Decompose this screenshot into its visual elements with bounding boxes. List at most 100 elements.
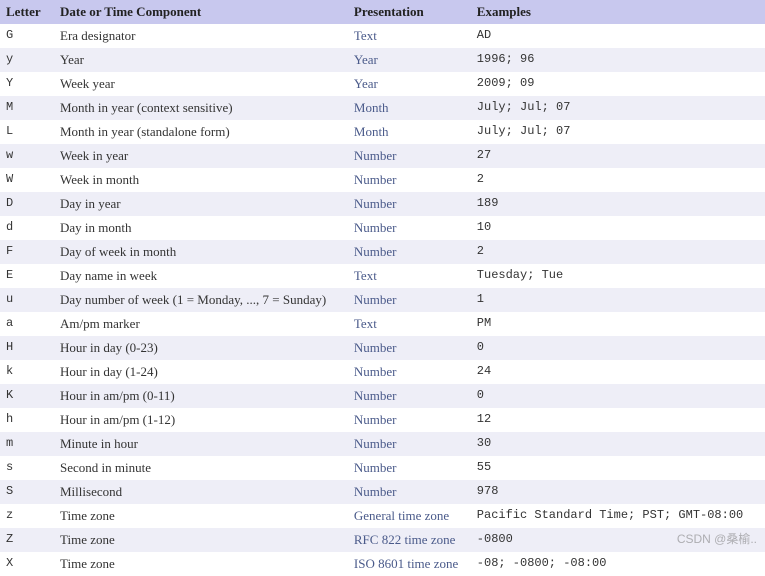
table-row: XTime zoneISO 8601 time zone-08; -0800; … [0, 552, 765, 576]
cell-component: Millisecond [54, 480, 348, 504]
cell-presentation[interactable]: Year [348, 48, 471, 72]
presentation-link[interactable]: General time zone [354, 508, 449, 523]
table-row: EDay name in weekTextTuesday; Tue [0, 264, 765, 288]
cell-examples: 24 [471, 360, 765, 384]
table-row: dDay in monthNumber10 [0, 216, 765, 240]
cell-examples: PM [471, 312, 765, 336]
table-row: hHour in am/pm (1-12)Number12 [0, 408, 765, 432]
presentation-link[interactable]: Number [354, 484, 397, 499]
cell-presentation[interactable]: General time zone [348, 504, 471, 528]
presentation-link[interactable]: ISO 8601 time zone [354, 556, 458, 571]
presentation-link[interactable]: Number [354, 172, 397, 187]
presentation-link[interactable]: Number [354, 364, 397, 379]
cell-presentation[interactable]: Year [348, 72, 471, 96]
cell-presentation[interactable]: Number [348, 360, 471, 384]
presentation-link[interactable]: Number [354, 460, 397, 475]
cell-presentation[interactable]: Number [348, 384, 471, 408]
cell-presentation[interactable]: Text [348, 312, 471, 336]
cell-letter: W [0, 168, 54, 192]
cell-letter: a [0, 312, 54, 336]
presentation-link[interactable]: Text [354, 28, 377, 43]
presentation-link[interactable]: Year [354, 52, 378, 67]
cell-presentation[interactable]: Number [348, 144, 471, 168]
presentation-link[interactable]: Text [354, 316, 377, 331]
cell-presentation[interactable]: Number [348, 336, 471, 360]
cell-component: Day in year [54, 192, 348, 216]
cell-presentation[interactable]: Number [348, 216, 471, 240]
cell-presentation[interactable]: Text [348, 264, 471, 288]
presentation-link[interactable]: Number [354, 292, 397, 307]
cell-presentation[interactable]: Number [348, 408, 471, 432]
cell-examples: -0800 [471, 528, 765, 552]
presentation-link[interactable]: Month [354, 124, 389, 139]
cell-examples: AD [471, 24, 765, 48]
table-row: FDay of week in monthNumber2 [0, 240, 765, 264]
cell-presentation[interactable]: Number [348, 168, 471, 192]
cell-component: Month in year (standalone form) [54, 120, 348, 144]
cell-letter: u [0, 288, 54, 312]
cell-examples: 1996; 96 [471, 48, 765, 72]
table-row: MMonth in year (context sensitive)MonthJ… [0, 96, 765, 120]
cell-presentation[interactable]: Month [348, 120, 471, 144]
cell-presentation[interactable]: Number [348, 456, 471, 480]
cell-presentation[interactable]: ISO 8601 time zone [348, 552, 471, 576]
cell-component: Hour in am/pm (1-12) [54, 408, 348, 432]
cell-letter: y [0, 48, 54, 72]
presentation-link[interactable]: Number [354, 388, 397, 403]
cell-component: Hour in day (0-23) [54, 336, 348, 360]
cell-component: Week in month [54, 168, 348, 192]
cell-component: Day in month [54, 216, 348, 240]
table-row: mMinute in hourNumber30 [0, 432, 765, 456]
cell-presentation[interactable]: Month [348, 96, 471, 120]
cell-letter: s [0, 456, 54, 480]
presentation-link[interactable]: Number [354, 148, 397, 163]
cell-examples: 189 [471, 192, 765, 216]
cell-examples: 30 [471, 432, 765, 456]
header-presentation: Presentation [348, 0, 471, 24]
cell-component: Day number of week (1 = Monday, ..., 7 =… [54, 288, 348, 312]
cell-letter: k [0, 360, 54, 384]
cell-component: Second in minute [54, 456, 348, 480]
presentation-link[interactable]: Number [354, 412, 397, 427]
table-row: yYearYear1996; 96 [0, 48, 765, 72]
cell-presentation[interactable]: Number [348, 288, 471, 312]
cell-component: Week in year [54, 144, 348, 168]
presentation-link[interactable]: Text [354, 268, 377, 283]
cell-component: Hour in am/pm (0-11) [54, 384, 348, 408]
presentation-link[interactable]: Number [354, 340, 397, 355]
presentation-link[interactable]: Number [354, 196, 397, 211]
table-row: GEra designatorTextAD [0, 24, 765, 48]
header-row: Letter Date or Time Component Presentati… [0, 0, 765, 24]
cell-examples: 2 [471, 240, 765, 264]
cell-component: Time zone [54, 528, 348, 552]
cell-letter: F [0, 240, 54, 264]
presentation-link[interactable]: Month [354, 100, 389, 115]
presentation-link[interactable]: Number [354, 220, 397, 235]
cell-examples: 0 [471, 384, 765, 408]
cell-presentation[interactable]: Number [348, 432, 471, 456]
cell-presentation[interactable]: Number [348, 480, 471, 504]
presentation-link[interactable]: Number [354, 244, 397, 259]
cell-letter: H [0, 336, 54, 360]
cell-component: Month in year (context sensitive) [54, 96, 348, 120]
cell-examples: 55 [471, 456, 765, 480]
table-row: DDay in yearNumber189 [0, 192, 765, 216]
table-row: zTime zoneGeneral time zonePacific Stand… [0, 504, 765, 528]
cell-examples: 2009; 09 [471, 72, 765, 96]
cell-examples: Pacific Standard Time; PST; GMT-08:00 [471, 504, 765, 528]
header-component: Date or Time Component [54, 0, 348, 24]
date-pattern-table: Letter Date or Time Component Presentati… [0, 0, 765, 576]
presentation-link[interactable]: Year [354, 76, 378, 91]
table-row: HHour in day (0-23)Number0 [0, 336, 765, 360]
cell-presentation[interactable]: RFC 822 time zone [348, 528, 471, 552]
table-row: KHour in am/pm (0-11)Number0 [0, 384, 765, 408]
presentation-link[interactable]: Number [354, 436, 397, 451]
table-row: uDay number of week (1 = Monday, ..., 7 … [0, 288, 765, 312]
presentation-link[interactable]: RFC 822 time zone [354, 532, 455, 547]
cell-presentation[interactable]: Number [348, 240, 471, 264]
cell-letter: z [0, 504, 54, 528]
cell-letter: Z [0, 528, 54, 552]
table-row: wWeek in yearNumber27 [0, 144, 765, 168]
cell-presentation[interactable]: Number [348, 192, 471, 216]
cell-presentation[interactable]: Text [348, 24, 471, 48]
